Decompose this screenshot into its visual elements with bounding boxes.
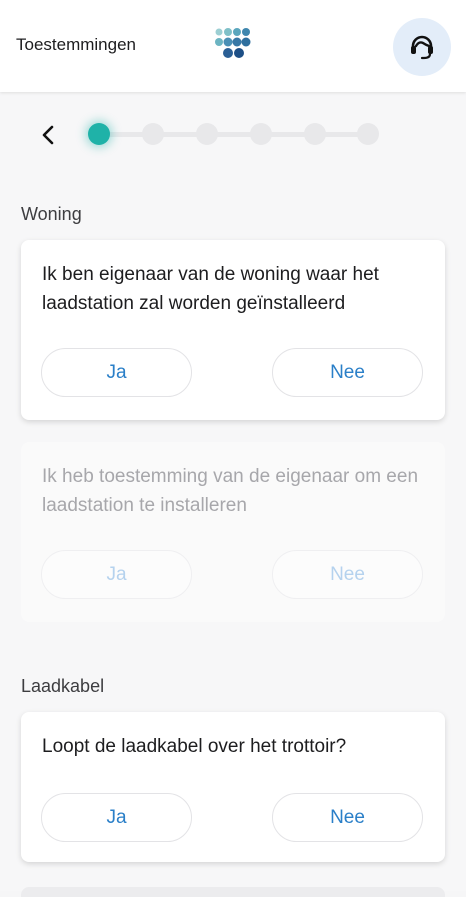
step-dot-1 bbox=[88, 123, 110, 145]
section-title-woning: Woning bbox=[21, 204, 82, 224]
chevron-left-icon bbox=[42, 125, 54, 145]
progress-stepper bbox=[0, 92, 466, 174]
no-button[interactable]: Nee bbox=[272, 550, 423, 599]
step-dot-4 bbox=[250, 123, 272, 145]
stepper-track bbox=[98, 132, 368, 137]
yes-button[interactable]: Ja bbox=[41, 793, 192, 842]
main-content: Woning Ik ben eigenaar van de woning waa… bbox=[0, 92, 466, 897]
headset-icon bbox=[411, 35, 433, 60]
no-button[interactable]: Nee bbox=[272, 793, 423, 842]
yes-button[interactable]: Ja bbox=[41, 348, 192, 397]
step-dot-2 bbox=[142, 123, 164, 145]
yes-button[interactable]: Ja bbox=[41, 550, 192, 599]
question-text: Loopt de laadkabel over het trottoir? bbox=[42, 736, 347, 757]
question-text: Ik heb toestemming van de eigenaar om ee… bbox=[42, 466, 419, 516]
page-title: Toestemmingen bbox=[16, 35, 137, 54]
step-dot-5 bbox=[304, 123, 326, 145]
step-dot-3 bbox=[196, 123, 218, 145]
question-card-cable: Loopt de laadkabel over het trottoir? Ja… bbox=[21, 712, 445, 862]
question-text: Ik ben eigenaar van de woning waar het l… bbox=[42, 264, 379, 314]
next-card-edge bbox=[21, 887, 445, 897]
section-title-laadkabel: Laadkabel bbox=[21, 676, 105, 696]
step-dot-6 bbox=[357, 123, 379, 145]
no-button[interactable]: Nee bbox=[272, 348, 423, 397]
dot-grid-logo bbox=[212, 26, 256, 62]
app-header: Toestemmingen bbox=[0, 0, 466, 92]
support-button[interactable] bbox=[393, 18, 451, 76]
question-card-owner: Ik ben eigenaar van de woning waar het l… bbox=[21, 240, 445, 420]
question-card-permission: Ik heb toestemming van de eigenaar om ee… bbox=[21, 442, 445, 622]
back-button[interactable] bbox=[34, 121, 62, 149]
